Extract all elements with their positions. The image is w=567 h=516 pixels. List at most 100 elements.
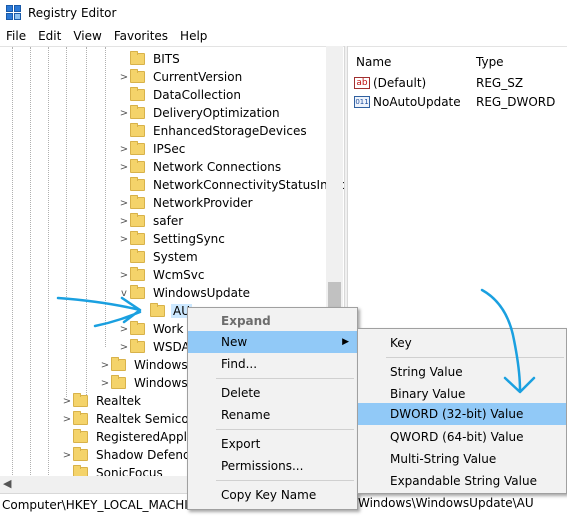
menu-item-label: Delete [221, 386, 261, 400]
submenu-item-dword-value[interactable]: DWORD (32-bit) Value [358, 403, 566, 425]
menu-item-label: Copy Key Name [221, 488, 317, 502]
expand-chevron-icon[interactable]: > [118, 162, 130, 173]
tree-item-label: Work [153, 322, 184, 336]
value-row[interactable]: ab (Default) [354, 74, 426, 92]
tree-item-sonicfocus[interactable]: SonicFocus [61, 464, 165, 476]
menu-favorites[interactable]: Favorites [108, 29, 174, 43]
tree-item-label: NetworkConnectivityStatusIndic [153, 178, 344, 192]
expand-chevron-icon[interactable]: > [118, 342, 130, 353]
tree-item-networkprovider[interactable]: > NetworkProvider [118, 194, 255, 212]
tree-item-safer[interactable]: > safer [118, 212, 185, 230]
tree-item-windows[interactable]: > Windows [99, 356, 190, 374]
tree-item-label: IPSec [153, 142, 186, 156]
tree-item-label: DataCollection [153, 88, 242, 102]
tree-item-windows[interactable]: > Windows [99, 374, 190, 392]
menu-item-export[interactable]: Export [188, 433, 357, 455]
folder-icon [130, 213, 145, 227]
menu-help[interactable]: Help [174, 29, 213, 43]
menu-item-delete[interactable]: Delete [188, 382, 357, 404]
submenu-arrow-icon: ▶ [342, 337, 349, 347]
expand-chevron-icon[interactable]: > [118, 234, 130, 245]
folder-icon [130, 141, 145, 155]
menu-item-label: Export [221, 437, 261, 451]
menu-item-new[interactable]: New ▶ [188, 331, 357, 353]
tree-item-label: WSDA [153, 340, 190, 354]
window-title: Registry Editor [28, 6, 117, 20]
tree-item-currentversion[interactable]: > CurrentVersion [118, 68, 244, 86]
tree-guide-line [105, 47, 106, 347]
expand-chevron-icon[interactable]: > [118, 144, 130, 155]
tree-item-label: SonicFocus [96, 466, 163, 476]
collapse-chevron-icon[interactable]: v [118, 288, 130, 299]
tree-item-label: CurrentVersion [153, 70, 243, 84]
submenu-item-expandable-string-value[interactable]: Expandable String Value [358, 470, 566, 492]
tree-item-deliveryoptimization[interactable]: > DeliveryOptimization [118, 104, 282, 122]
tree-item-label: WcmSvc [153, 268, 205, 282]
tree-item-label: NetworkProvider [153, 196, 253, 210]
tree-item-system[interactable]: System [118, 248, 200, 266]
expand-chevron-icon[interactable]: > [118, 108, 130, 119]
menu-item-label: Expandable String Value [390, 474, 537, 488]
expand-chevron-icon[interactable]: > [118, 198, 130, 209]
menu-item-find[interactable]: Find... [188, 353, 357, 375]
menu-file[interactable]: File [0, 29, 32, 43]
menu-item-permissions[interactable]: Permissions... [188, 455, 357, 477]
expand-chevron-icon[interactable]: > [118, 324, 130, 335]
menu-item-label: QWORD (64-bit) Value [390, 430, 524, 444]
submenu-item-binary-value[interactable]: Binary Value [358, 383, 566, 405]
folder-icon [73, 447, 88, 461]
tree-item-network-connections[interactable]: > Network Connections [118, 158, 283, 176]
menu-view[interactable]: View [67, 29, 107, 43]
folder-icon [130, 87, 145, 101]
menu-item-label: DWORD (32-bit) Value [390, 407, 524, 421]
submenu-item-qword-value[interactable]: QWORD (64-bit) Value [358, 426, 566, 448]
tree-item-label: RegisteredApplic [96, 430, 197, 444]
folder-icon [130, 123, 145, 137]
expand-chevron-icon[interactable]: > [99, 360, 111, 371]
expand-chevron-icon[interactable]: > [61, 414, 73, 425]
tree-item-networkconnectivitystatus[interactable]: NetworkConnectivityStatusIndic [118, 176, 344, 194]
menu-item-rename[interactable]: Rename [188, 404, 357, 426]
folder-icon [111, 357, 126, 371]
tree-item-work[interactable]: > Work [118, 320, 185, 338]
submenu-item-multi-string-value[interactable]: Multi-String Value [358, 448, 566, 470]
tree-guide-line [86, 47, 87, 397]
menu-item-copy-key-name[interactable]: Copy Key Name [188, 484, 357, 506]
submenu-item-key[interactable]: Key [358, 332, 566, 354]
tree-item-settingsync[interactable]: > SettingSync [118, 230, 227, 248]
context-menu: Expand New ▶ Find... Delete Rename Expor… [187, 307, 358, 510]
folder-icon [130, 249, 145, 263]
tree-item-bits[interactable]: BITS [118, 50, 182, 68]
menu-item-label: Expand [221, 314, 271, 328]
column-header-type[interactable]: Type [476, 55, 504, 71]
status-path-left: Computer\HKEY_LOCAL_MACHINE [2, 498, 205, 512]
menu-separator [216, 429, 354, 430]
expand-chevron-icon[interactable]: > [61, 396, 73, 407]
tree-item-realtek[interactable]: > Realtek [61, 392, 143, 410]
folder-icon [130, 339, 145, 353]
expand-chevron-icon[interactable]: > [118, 72, 130, 83]
tree-item-datacollection[interactable]: DataCollection [118, 86, 243, 104]
value-row[interactable]: 011 NoAutoUpdate [354, 93, 461, 111]
tree-item-realtek-semicon[interactable]: > Realtek Semicon [61, 410, 198, 428]
tree-item-ipsec[interactable]: > IPSec [118, 140, 187, 158]
tree-item-registeredapplic[interactable]: RegisteredApplic [61, 428, 199, 446]
tree-guide-line [66, 47, 67, 397]
tree-item-label: Network Connections [153, 160, 282, 174]
menu-edit[interactable]: Edit [32, 29, 67, 43]
expand-chevron-icon[interactable]: > [118, 270, 130, 281]
tree-item-wcmsvc[interactable]: > WcmSvc [118, 266, 206, 284]
expand-chevron-icon[interactable]: > [61, 450, 73, 461]
tree-item-enhancedstoragedevices[interactable]: EnhancedStorageDevices [118, 122, 309, 140]
folder-icon [130, 267, 145, 281]
tree-item-wsda[interactable]: > WSDA [118, 338, 192, 356]
expand-chevron-icon[interactable]: > [99, 378, 111, 389]
tree-item-au[interactable]: AU [138, 302, 192, 320]
scroll-left-arrow-icon[interactable]: ◀ [3, 477, 11, 490]
column-header-name[interactable]: Name [356, 55, 391, 71]
tree-item-shadow-defender[interactable]: > Shadow Defende [61, 446, 200, 464]
submenu-item-string-value[interactable]: String Value [358, 361, 566, 383]
value-type: REG_SZ [476, 76, 524, 90]
expand-chevron-icon[interactable]: > [118, 216, 130, 227]
tree-item-windowsupdate[interactable]: v WindowsUpdate [118, 284, 252, 302]
